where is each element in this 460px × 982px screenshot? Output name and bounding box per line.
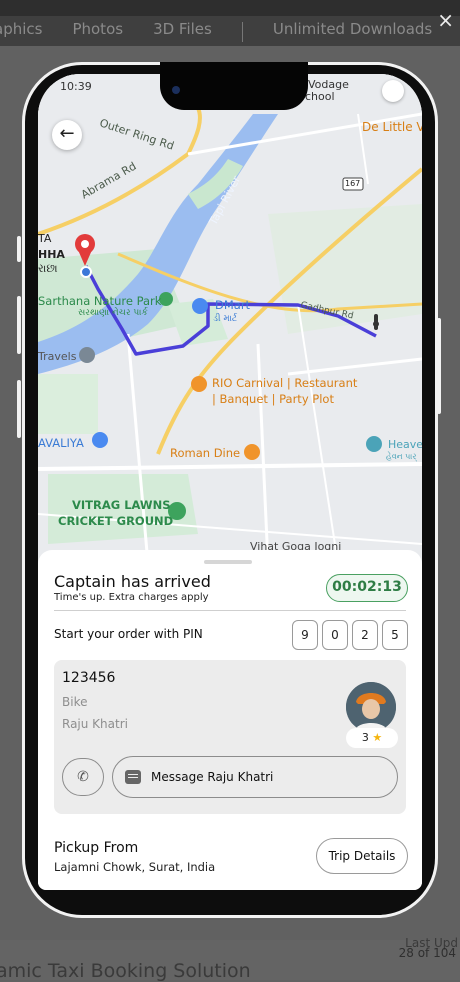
arrival-title: Captain has arrived (54, 572, 211, 591)
vehicle-number: 123456 (62, 670, 116, 686)
map-label-ta: TA (38, 232, 52, 245)
tab-3d-files[interactable]: 3D Files (153, 20, 212, 44)
star-icon: ★ (372, 731, 383, 744)
map-label-vitrag-1[interactable]: VITRAG LAWNS (72, 498, 171, 512)
phone-screen: Outer Ring Rd Abrama Rd Tapi River De Li… (38, 74, 422, 890)
map-label-sarthana-park[interactable]: Sarthana Nature Park (38, 294, 161, 308)
divider (54, 610, 406, 611)
back-button[interactable]: ← (52, 120, 82, 150)
tab-graphics[interactable]: aphics (0, 20, 42, 44)
phone-volume-down-button (17, 380, 21, 438)
driver-name: Raju Khatri (62, 717, 128, 731)
pin-digit-2: 0 (322, 620, 348, 650)
background-header: aphics Photos 3D Files Unlimited Downloa… (0, 0, 460, 46)
map-label-roman-dine[interactable]: Roman Dine (170, 446, 240, 460)
pickup-address: Lajamni Chowk, Surat, India (54, 860, 216, 874)
map-label-heaven[interactable]: Heave (388, 438, 422, 451)
map-label-vitrag-2: CRICKET GROUND (58, 514, 174, 528)
phone-mute-button (17, 236, 21, 262)
location-target-icon[interactable] (382, 80, 404, 102)
map-label-dmart[interactable]: DMart (215, 298, 250, 312)
rating-value: 3 (361, 731, 369, 744)
map-label-avaliya[interactable]: AVALIYA (38, 436, 84, 450)
header-strip (0, 0, 460, 16)
phone-volume-up-button (17, 296, 21, 354)
front-camera (172, 86, 180, 94)
map-label-travels: Travels (38, 350, 77, 363)
pin-digit-3: 2 (352, 620, 378, 650)
map-view[interactable]: Outer Ring Rd Abrama Rd Tapi River De Li… (38, 74, 422, 565)
trip-bottom-sheet: Captain has arrived Time's up. Extra cha… (38, 550, 422, 890)
map-label-rio-carnival-2: | Banquet | Party Plot (212, 392, 334, 406)
tab-divider (241, 22, 243, 42)
map-label-road-167: 167 (345, 179, 361, 188)
tab-unlimited-downloads[interactable]: Unlimited Downloads (273, 20, 432, 44)
driver-avatar (346, 682, 396, 732)
map-label-de-little: De Little V (362, 120, 422, 134)
status-time: 10:39 (60, 80, 92, 93)
map-label-heaven-gujarati: હેવન પાર્ (386, 452, 417, 461)
phone-power-button (437, 318, 441, 414)
phone-icon: ✆ (77, 769, 89, 785)
image-counter: 28 of 104 (398, 946, 456, 960)
drag-handle[interactable] (204, 560, 252, 564)
message-icon (125, 770, 141, 784)
pin-label: Start your order with PIN (54, 627, 203, 641)
vehicle-type: Bike (62, 695, 88, 709)
pickup-heading: Pickup From (54, 840, 139, 856)
phone-notch (160, 62, 308, 110)
back-arrow-icon: ← (59, 123, 75, 144)
pin-digit-4: 5 (382, 620, 408, 650)
trip-details-button[interactable]: Trip Details (316, 838, 408, 874)
message-button-label: Message Raju Khatri (151, 770, 274, 784)
pin-boxes: 9 0 2 5 (292, 620, 408, 650)
pin-digit-1: 9 (292, 620, 318, 650)
call-driver-button[interactable]: ✆ (62, 758, 104, 796)
driver-card: 123456 Bike Raju Khatri 3 ★ ✆ Message Ra… (54, 660, 406, 814)
map-label-dmart-gujarati: ડી માર્ટ (213, 314, 238, 324)
map-label-gujarati: રાછા (38, 262, 58, 275)
driver-rating: 3 ★ (346, 728, 398, 748)
category-tabs: aphics Photos 3D Files Unlimited Downloa… (0, 20, 432, 44)
map-label-rio-carnival-1[interactable]: RIO Carnival | Restaurant (212, 376, 357, 390)
close-icon[interactable]: × (437, 10, 454, 30)
page-title: amic Taxi Booking Solution (0, 960, 251, 982)
map-label-hha: HHA (38, 248, 65, 261)
wait-timer: 00:02:13 (326, 574, 408, 602)
arrival-subtitle: Time's up. Extra charges apply (54, 592, 209, 603)
message-driver-button[interactable]: Message Raju Khatri (112, 756, 398, 798)
map-label-sarthana-park-gujarati: સરથાણા નેચર પાર્ક (78, 308, 148, 318)
tab-photos[interactable]: Photos (72, 20, 123, 44)
